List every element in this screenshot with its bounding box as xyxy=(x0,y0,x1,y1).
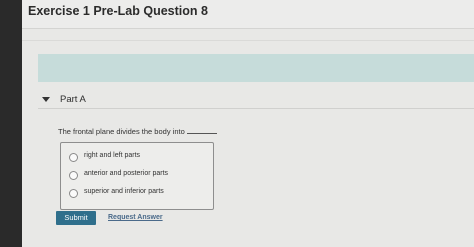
choice-label: anterior and posterior parts xyxy=(84,170,169,177)
page: Exercise 1 Pre-Lab Question 8 Part A The… xyxy=(22,0,474,247)
radio-button[interactable] xyxy=(69,153,78,162)
caret-down-icon[interactable] xyxy=(42,97,50,102)
choice-label: superior and inferior parts xyxy=(84,188,164,195)
radio-button[interactable] xyxy=(69,189,78,198)
part-a-toggle[interactable]: Part A xyxy=(22,93,474,113)
answer-blank xyxy=(186,126,217,134)
radio-button[interactable] xyxy=(69,171,78,180)
submit-button[interactable]: Submit xyxy=(56,211,96,225)
divider xyxy=(22,40,474,41)
answer-choices: right and left parts anterior and poster… xyxy=(60,142,214,210)
request-answer-link[interactable]: Request Answer xyxy=(108,214,163,221)
question-text: The frontal plane divides the body into xyxy=(58,126,217,136)
choice-label: right and left parts xyxy=(84,152,141,159)
question-prompt: The frontal plane divides the body into xyxy=(58,127,185,136)
header-bar: Exercise 1 Pre-Lab Question 8 xyxy=(22,0,474,29)
info-band xyxy=(38,54,474,82)
divider xyxy=(38,108,474,109)
page-title: Exercise 1 Pre-Lab Question 8 xyxy=(28,4,208,18)
part-a-label: Part A xyxy=(60,94,86,105)
